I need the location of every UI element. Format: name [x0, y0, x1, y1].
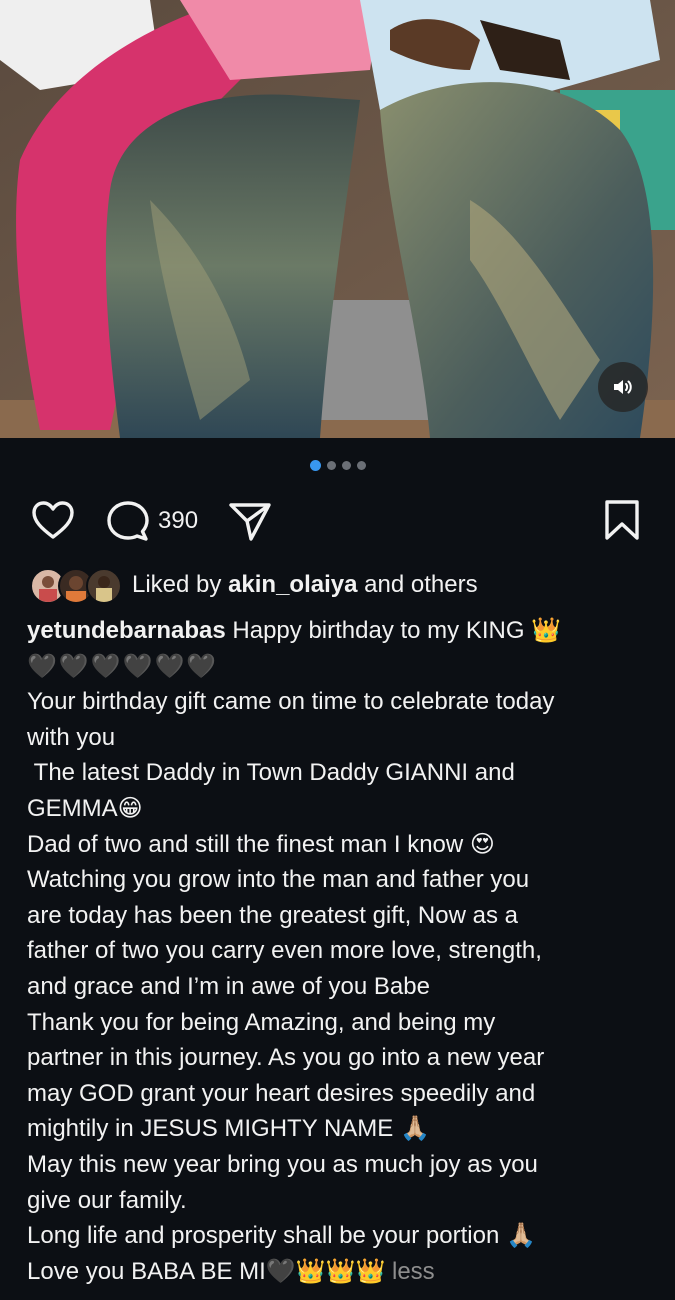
- caption-username[interactable]: yetundebarnabas: [27, 617, 226, 644]
- crown-emoji: 👑: [531, 616, 562, 644]
- caption-line: GEMMA: [27, 794, 118, 822]
- post-caption: yetundebarnabas Happy birthday to my KIN…: [27, 613, 657, 1289]
- send-icon[interactable]: [228, 501, 272, 543]
- avatar: [86, 568, 122, 604]
- carousel-dot-active: [309, 460, 321, 471]
- caption-line: Happy birthday to my KING: [225, 617, 532, 644]
- grin-emoji: 😁: [117, 793, 143, 822]
- carousel-indicator: [0, 460, 675, 471]
- likes-prefix: Liked by: [132, 571, 229, 598]
- less-button[interactable]: less: [392, 1258, 435, 1285]
- caption-line: Dad of two and still the finest man I kn…: [27, 830, 470, 858]
- likes-suffix: and others: [357, 571, 478, 598]
- caption-line: are today has been the greatest gift, No…: [27, 901, 518, 929]
- black-hearts-emoji: 🖤🖤🖤🖤🖤🖤: [27, 651, 219, 680]
- caption-line: with you: [27, 723, 116, 751]
- caption-line: Love you BABA BE MI: [27, 1257, 266, 1285]
- speaker-icon: [614, 380, 632, 394]
- post-action-bar: 390: [28, 496, 645, 544]
- post-photo[interactable]: [0, 0, 675, 438]
- caption-line: partner in this journey. As you go into …: [27, 1044, 545, 1072]
- liker-avatars: [30, 567, 122, 604]
- praying-hands-emoji: 🙏🏼: [399, 1114, 430, 1143]
- caption-line: Long life and prosperity shall be your p…: [27, 1222, 506, 1250]
- bookmark-icon[interactable]: [603, 499, 641, 541]
- caption-line: Thank you for being Amazing, and being m…: [27, 1008, 496, 1036]
- carousel-dot: [326, 461, 336, 470]
- caption-line: give our family.: [27, 1186, 187, 1214]
- caption-line: Watching you grow into the man and fathe…: [27, 866, 530, 894]
- caption-line: father of two you carry even more love, …: [27, 937, 542, 965]
- caption-line: and grace and I’m in awe of you Babe: [27, 972, 430, 1000]
- caption-line: May this new year bring you as much joy …: [27, 1150, 538, 1178]
- carousel-dot: [341, 461, 351, 470]
- caption-line: The latest Daddy in Town Daddy GIANNI an…: [27, 759, 515, 787]
- carousel-dot: [356, 461, 366, 470]
- heart-and-crowns-emoji: 🖤👑👑👑: [265, 1256, 386, 1285]
- comment-icon[interactable]: [106, 500, 150, 542]
- praying-hands-emoji: 🙏🏼: [505, 1221, 536, 1250]
- likes-text: Liked by akin_olaiya and others: [132, 571, 478, 599]
- liker-username[interactable]: akin_olaiya: [228, 571, 357, 598]
- heart-eyes-emoji: 😍: [469, 829, 495, 858]
- heart-icon[interactable]: [31, 500, 75, 540]
- comment-count[interactable]: 390: [158, 507, 198, 535]
- caption-line: mightily in JESUS MIGHTY NAME: [27, 1115, 400, 1143]
- caption-line: may GOD grant your heart desires speedil…: [27, 1079, 536, 1107]
- likes-row[interactable]: Liked by akin_olaiya and others: [30, 566, 478, 604]
- photo-illustration: [0, 0, 675, 438]
- caption-line: Your birthday gift came on time to celeb…: [27, 688, 555, 716]
- audio-toggle-button[interactable]: [598, 362, 648, 412]
